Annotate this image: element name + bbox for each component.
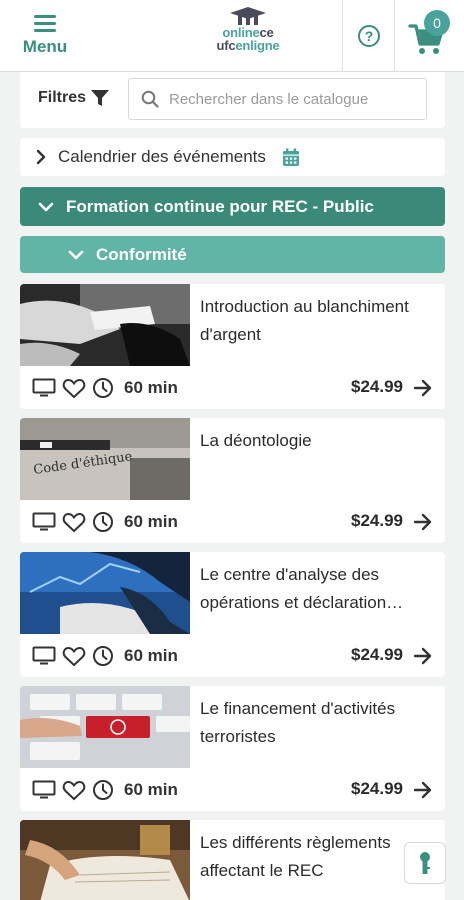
course-meta: 60 min [32, 778, 178, 802]
filters-button[interactable]: Filtres [38, 89, 110, 107]
monitor-icon [32, 780, 56, 799]
course-title: Les différents règlements affectant le R… [200, 833, 391, 880]
arrow-right-icon[interactable] [413, 513, 433, 531]
course-thumbnail [20, 284, 190, 366]
course-price: $24.99 [351, 645, 403, 664]
search-input[interactable] [169, 90, 409, 108]
menu-label: Menu [22, 37, 68, 56]
search-icon [141, 90, 159, 108]
cart-count-badge: 0 [424, 10, 450, 36]
monitor-icon [32, 646, 56, 665]
hamburger-icon [34, 15, 56, 33]
course-title: Le centre d'analyse des opérations et dé… [200, 565, 404, 612]
clock-icon [93, 378, 113, 398]
app-header: Menu onlinece ufcenligne ? 0 [0, 0, 464, 72]
clock-icon [93, 646, 113, 666]
course-meta: 60 min [32, 644, 178, 668]
funnel-icon [91, 90, 110, 106]
course-card[interactable]: Le financement d'activités terroristes 6… [20, 686, 445, 811]
help-button[interactable]: ? [344, 0, 394, 72]
chevron-right-icon [36, 149, 46, 165]
heart-icon[interactable] [62, 512, 86, 533]
menu-button[interactable]: Menu [16, 10, 74, 62]
course-duration: 60 min [124, 780, 178, 799]
events-calendar-row[interactable]: Calendrier des événements [20, 138, 445, 176]
cart-button[interactable]: 0 [396, 0, 464, 72]
filters-label: Filtres [38, 89, 87, 106]
course-thumbnail [20, 686, 190, 768]
help-icon: ? [358, 25, 380, 47]
course-card[interactable]: Les différents règlements affectant le R… [20, 820, 445, 900]
course-card[interactable]: Le centre d'analyse des opérations et dé… [20, 552, 445, 677]
course-thumbnail [20, 820, 190, 900]
course-thumbnail [20, 552, 190, 634]
chevron-down-icon [38, 202, 54, 211]
course-title: Introduction au blanchiment d'argent [200, 297, 409, 344]
course-duration: 60 min [124, 512, 178, 531]
course-price: $24.99 [351, 779, 403, 798]
heart-icon[interactable] [62, 646, 86, 667]
section-title-main: Formation continue pour REC - Public [66, 196, 374, 216]
graduation-cap-icon [230, 7, 266, 25]
arrow-right-icon[interactable] [413, 647, 433, 665]
heart-icon[interactable] [62, 780, 86, 801]
course-meta: 60 min [32, 376, 178, 400]
clock-icon [93, 512, 113, 532]
logo-line-2: ufcenligne [216, 38, 280, 53]
course-price: $24.99 [351, 377, 403, 396]
calendar-icon [282, 148, 299, 166]
course-title: Le financement d'activités terroristes [200, 699, 396, 746]
clock-icon [93, 780, 113, 800]
course-card[interactable]: Introduction au blanchiment d'argent 60 … [20, 284, 445, 409]
arrow-right-icon[interactable] [413, 379, 433, 397]
course-card[interactable]: Code d'éthique La déontologie 60 min $24… [20, 418, 445, 543]
course-price: $24.99 [351, 511, 403, 530]
course-duration: 60 min [124, 646, 178, 665]
section-header-main[interactable]: Formation continue pour REC - Public [20, 187, 445, 226]
logo[interactable]: onlinece ufcenligne [206, 6, 290, 64]
search-box [128, 78, 427, 120]
monitor-icon [32, 512, 56, 531]
header-divider [394, 0, 395, 72]
course-duration: 60 min [124, 378, 178, 397]
section-header-sub[interactable]: Conformité [20, 236, 445, 273]
course-meta: 60 min [32, 510, 178, 534]
course-thumbnail: Code d'éthique [20, 418, 190, 500]
header-divider [342, 0, 343, 72]
keyhole-icon [420, 852, 430, 874]
filter-bar: Filtres [20, 72, 445, 128]
arrow-right-icon[interactable] [413, 781, 433, 799]
course-title: La déontologie [200, 431, 312, 450]
heart-icon[interactable] [62, 378, 86, 399]
section-title-sub: Conformité [96, 244, 187, 264]
accessibility-button[interactable] [404, 842, 446, 884]
chevron-down-icon [68, 250, 84, 259]
calendar-label: Calendrier des événements [58, 147, 266, 166]
monitor-icon [32, 378, 56, 397]
